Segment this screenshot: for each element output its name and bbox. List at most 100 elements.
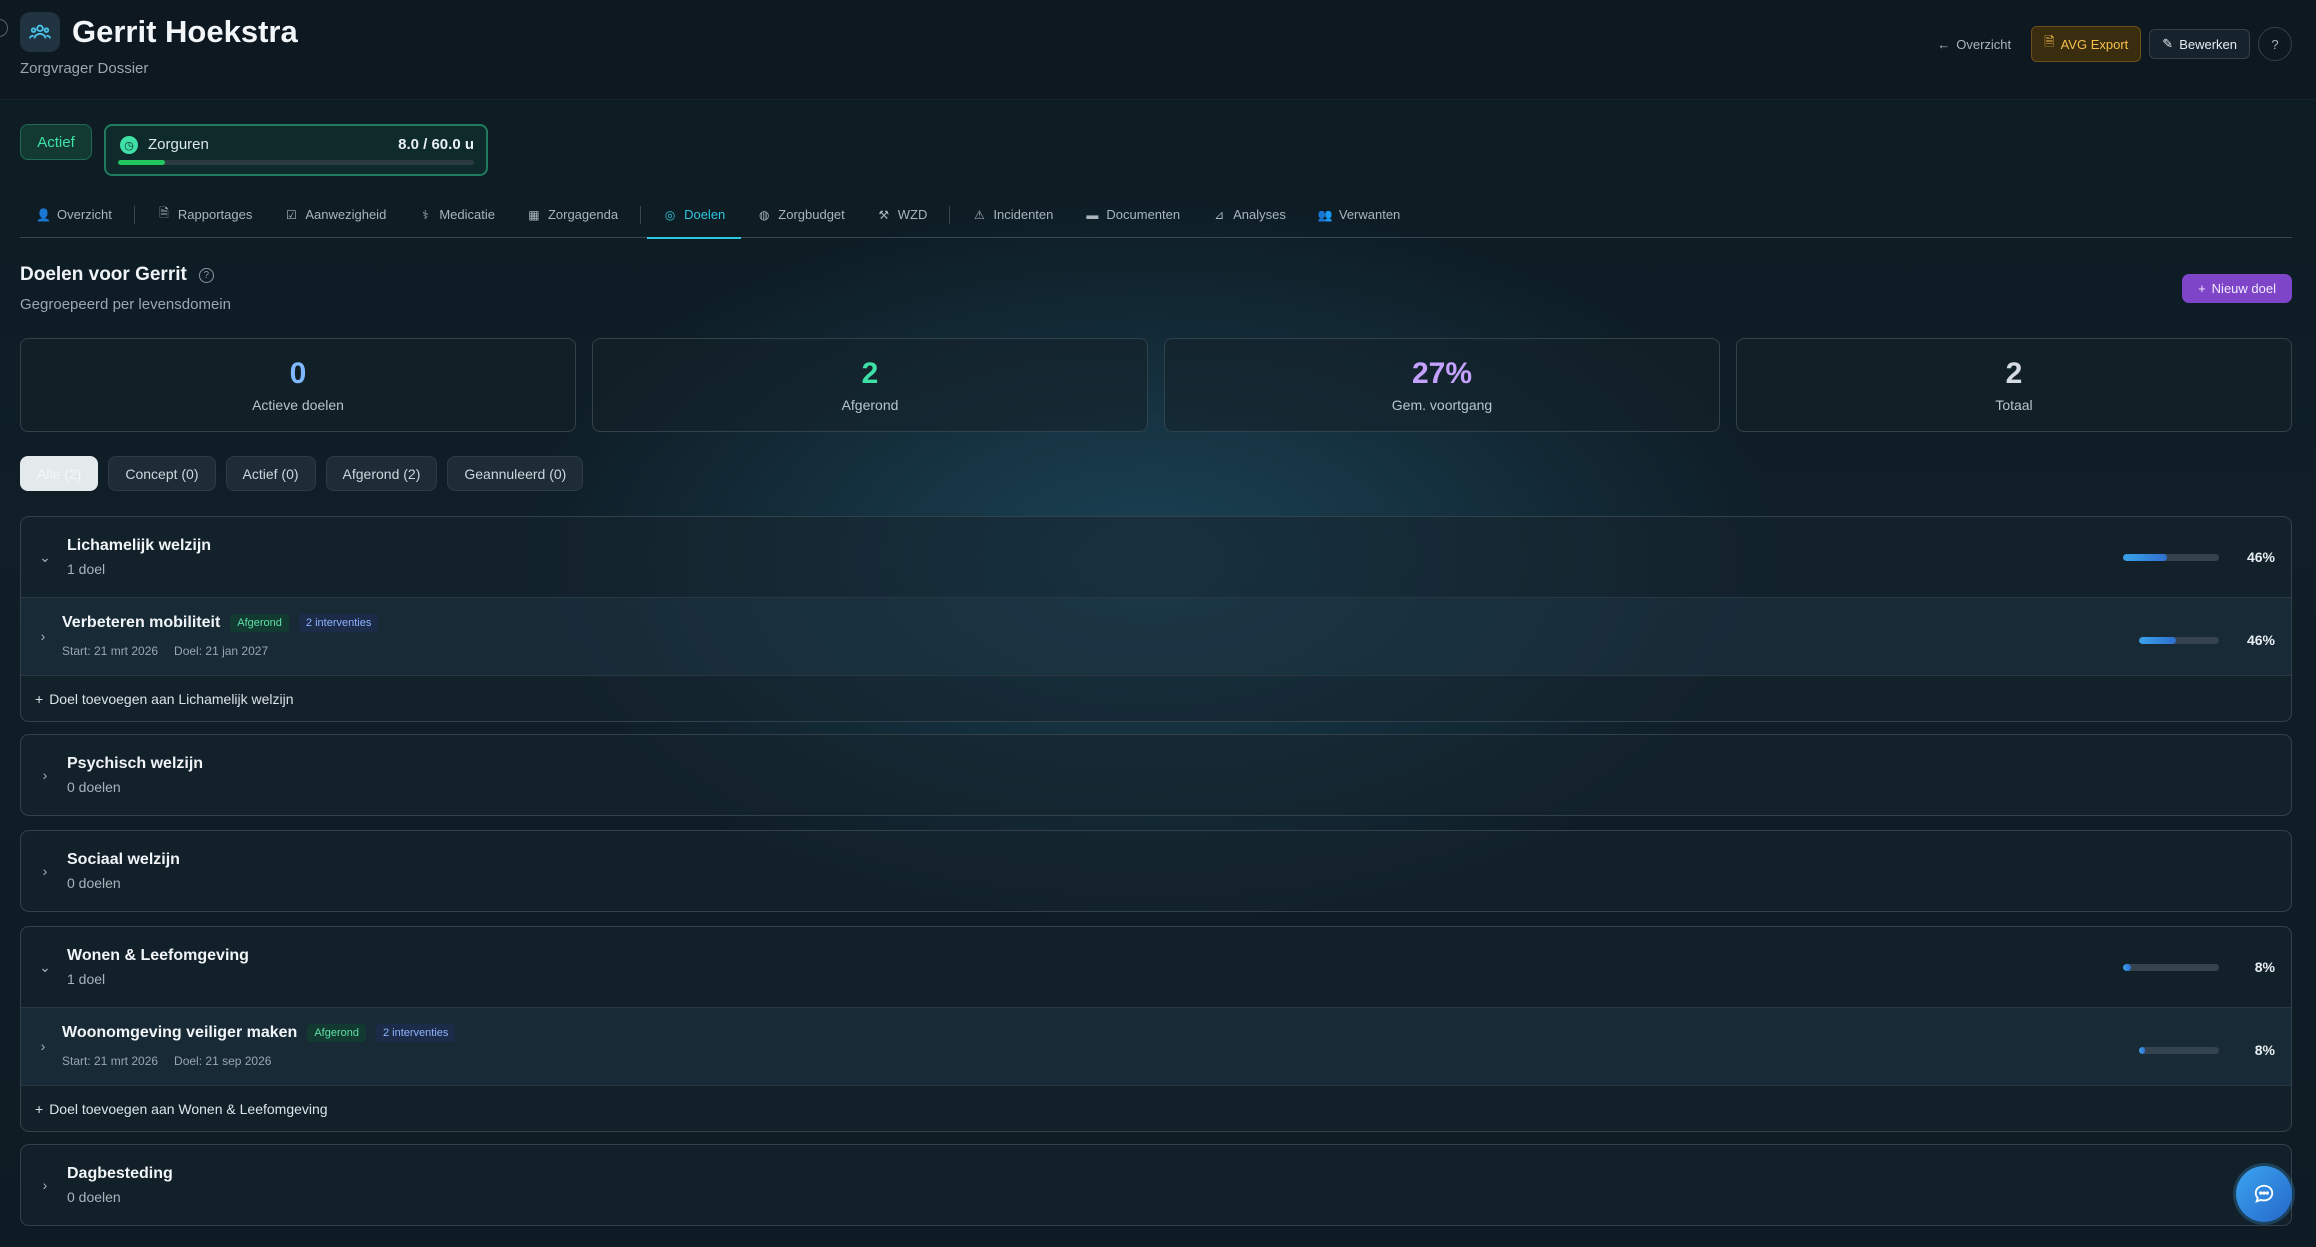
tab-analyses[interactable]: ⊿ Analyses	[1196, 192, 1302, 238]
filter-completed[interactable]: Afgerond (2)	[325, 456, 438, 491]
edit-button[interactable]: ✎ Bewerken	[2149, 29, 2250, 59]
domain-progress-percent: 46%	[2246, 549, 2275, 565]
gavel-icon: ⚒	[878, 207, 890, 222]
chart-icon: ⊿	[1214, 207, 1225, 222]
avg-export-button[interactable]: 🗎 AVG Export	[2031, 26, 2142, 62]
domain-group-header[interactable]: › Psychisch welzijn 0 doelen	[21, 735, 2291, 815]
domain-goal-count: 0 doelen	[67, 779, 121, 795]
domain-progress-bar	[2123, 553, 2219, 561]
back-to-overview-button[interactable]: ← Overzicht	[1925, 31, 2023, 58]
domain-group-header[interactable]: ⌄ Lichamelijk welzijn 1 doel 46%	[21, 517, 2291, 597]
stat-total: 2 Totaal	[1736, 338, 2292, 432]
care-hours-progress	[118, 160, 474, 165]
domain-goal-count: 1 doel	[67, 971, 106, 987]
domain-name: Lichamelijk welzijn	[67, 537, 212, 554]
goal-start-date: Start: 21 mrt 2026	[62, 644, 159, 658]
tab-overzicht[interactable]: 👤 Overzicht	[20, 192, 128, 238]
add-goal-button[interactable]: + Doel toevoegen aan Wonen & Leefomgevin…	[21, 1085, 2291, 1131]
edit-icon: ✎	[2162, 36, 2174, 51]
domain-goal-count: 0 doelen	[67, 1189, 121, 1205]
people-icon	[29, 24, 51, 39]
chevron-down-icon[interactable]: ⌄	[35, 547, 55, 567]
export-file-icon: 🗎	[2044, 34, 2055, 49]
goal-row[interactable]: › Verbeteren mobiliteit Afgerond 2 inter…	[21, 597, 2291, 675]
page-subtitle: Zorgvrager Dossier	[20, 60, 149, 77]
tab-medicatie[interactable]: ⚕ Medicatie	[402, 192, 511, 238]
stat-label: Totaal	[1995, 397, 2033, 413]
stat-label: Afgerond	[841, 397, 899, 413]
help-icon[interactable]: ?	[2258, 27, 2292, 61]
chevron-right-icon[interactable]: ›	[35, 1175, 55, 1195]
chevron-right-icon[interactable]: ›	[33, 1036, 53, 1056]
tab-separator	[640, 205, 642, 224]
domain-group-header[interactable]: › Dagbesteding 0 doelen	[21, 1145, 2291, 1225]
tab-separator	[133, 205, 135, 224]
stat-value: 27%	[1411, 357, 1473, 390]
info-icon[interactable]: ?	[198, 267, 214, 283]
tab-label: Overzicht	[57, 207, 112, 222]
domain-group-header[interactable]: › Sociaal welzijn 0 doelen	[21, 831, 2291, 911]
target-icon: ◎	[664, 207, 676, 222]
domain-group-sociaal: › Sociaal welzijn 0 doelen	[20, 830, 2292, 912]
goal-progress-percent: 8%	[2254, 1042, 2275, 1058]
filter-concept[interactable]: Concept (0)	[108, 456, 216, 491]
plus-icon: +	[2198, 281, 2206, 296]
chevron-down-icon[interactable]: ⌄	[35, 957, 55, 977]
stat-average-progress: 27% Gem. voortgang	[1164, 338, 1720, 432]
section-subtitle: Gegroepeerd per levensdomein	[20, 296, 231, 313]
tab-documenten[interactable]: ▬ Documenten	[1069, 192, 1196, 238]
goal-interventions-badge: 2 interventies	[298, 614, 379, 632]
goal-name: Woonomgeving veiliger maken	[62, 1024, 298, 1041]
domain-progress-fill	[2123, 963, 2131, 971]
plus-icon: +	[35, 1100, 44, 1117]
filter-all[interactable]: Alle (2)	[20, 456, 99, 491]
domain-goal-count: 1 doel	[67, 561, 106, 577]
new-goal-button[interactable]: + Nieuw doel	[2182, 274, 2292, 303]
chat-button[interactable]	[2236, 1166, 2292, 1222]
goal-start-date: Start: 21 mrt 2026	[62, 1054, 159, 1068]
tab-doelen[interactable]: ◎ Doelen	[647, 192, 742, 239]
domain-group-header[interactable]: ⌄ Wonen & Leefomgeving 1 doel 8%	[21, 927, 2291, 1007]
stat-value: 2	[2005, 357, 2023, 390]
tab-rapportages[interactable]: 🗎 Rapportages	[141, 192, 268, 238]
filter-cancelled[interactable]: Geannuleerd (0)	[447, 456, 584, 491]
goal-progress-percent: 46%	[2246, 632, 2275, 648]
client-avatar	[20, 12, 60, 52]
care-hours-label: Zorguren	[148, 136, 209, 153]
tab-label: WZD	[897, 207, 928, 222]
chevron-right-icon[interactable]: ›	[35, 765, 55, 785]
chevron-right-icon[interactable]: ›	[33, 626, 53, 646]
avg-export-label: AVG Export	[2060, 36, 2129, 52]
domain-group-psychisch: › Psychisch welzijn 0 doelen	[20, 734, 2292, 816]
domain-name: Psychisch welzijn	[67, 755, 204, 772]
domain-name: Dagbesteding	[67, 1165, 173, 1182]
domain-progress-bar	[2123, 963, 2219, 971]
page-header: Gerrit Hoekstra Zorgvrager Dossier ← Ove…	[0, 0, 2316, 100]
plus-icon: +	[35, 690, 44, 707]
tab-verwanten[interactable]: 👥 Verwanten	[1302, 192, 1416, 238]
tab-zorgbudget[interactable]: ◍ Zorgbudget	[741, 192, 861, 238]
coin-icon: ◍	[759, 207, 770, 222]
dossier-tabs: 👤 Overzicht 🗎 Rapportages ☑ Aanwezigheid ⚕ Medi…	[20, 192, 2292, 239]
goal-row[interactable]: › Woonomgeving veiliger maken Afgerond 2…	[21, 1007, 2291, 1085]
tab-separator	[949, 205, 951, 224]
goal-progress-bar	[2139, 1046, 2219, 1054]
tab-incidenten[interactable]: ⚠ Incidenten	[956, 192, 1069, 238]
tab-wzd[interactable]: ⚒ WZD	[861, 192, 944, 238]
tab-label: Rapportages	[177, 207, 253, 222]
filter-active[interactable]: Actief (0)	[225, 456, 316, 491]
domain-name: Wonen & Leefomgeving	[67, 947, 249, 964]
chevron-right-icon[interactable]: ›	[35, 861, 55, 881]
add-goal-label: Doel toevoegen aan Lichamelijk welzijn	[49, 690, 294, 707]
goal-target-date: Doel: 21 sep 2026	[174, 1054, 272, 1068]
tab-label: Documenten	[1106, 207, 1181, 222]
calendar-icon: ▦	[528, 207, 540, 222]
add-goal-button[interactable]: + Doel toevoegen aan Lichamelijk welzijn	[21, 675, 2291, 721]
tab-zorgagenda[interactable]: ▦ Zorgagenda	[511, 192, 634, 238]
status-filters: Alle (2) Concept (0) Actief (0) Afgerond…	[20, 456, 584, 491]
collapse-handle-icon[interactable]	[0, 19, 8, 37]
tab-aanwezigheid[interactable]: ☑ Aanwezigheid	[268, 192, 402, 238]
domain-group-lichamelijk: ⌄ Lichamelijk welzijn 1 doel 46% › Verbe…	[20, 516, 2292, 722]
domain-group-wonen: ⌄ Wonen & Leefomgeving 1 doel 8% › Woono…	[20, 926, 2292, 1132]
pills-icon: ⚕	[422, 207, 429, 222]
